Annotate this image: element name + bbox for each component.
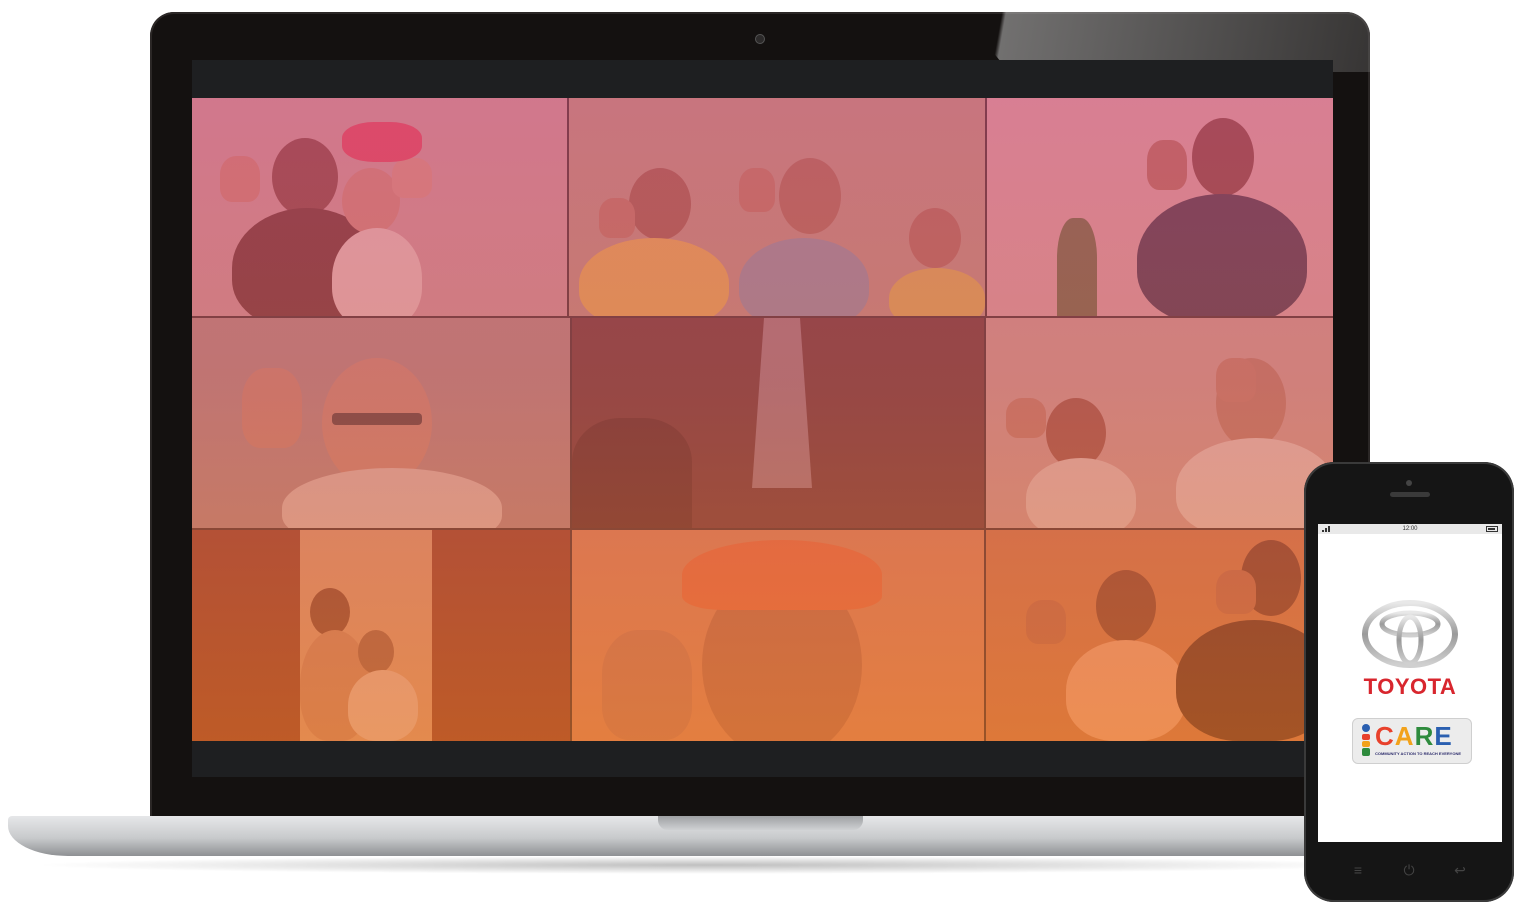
phone-screen: 12:00 TOYOTA CARE COMMUNITY ACTION TO RE… bbox=[1318, 524, 1502, 842]
status-bar: 12:00 bbox=[1318, 524, 1502, 534]
icare-letter: E bbox=[1434, 721, 1453, 751]
participant-tile[interactable] bbox=[192, 530, 570, 741]
laptop-screen bbox=[192, 60, 1333, 777]
participant-tile[interactable] bbox=[572, 318, 984, 528]
participant-tile[interactable] bbox=[986, 530, 1333, 741]
icare-logo: CARE COMMUNITY ACTION TO REACH EVERYONE bbox=[1352, 718, 1472, 764]
brand-wordmark: TOYOTA bbox=[1363, 674, 1457, 699]
icare-letter: C bbox=[1375, 721, 1395, 751]
front-camera-icon bbox=[1406, 480, 1412, 486]
laptop-base bbox=[8, 816, 1398, 856]
laptop-opening-notch bbox=[658, 816, 863, 830]
icare-tagline: COMMUNITY ACTION TO REACH EVERYONE bbox=[1375, 751, 1462, 756]
icare-wordmark: CARE bbox=[1375, 721, 1453, 752]
icare-letter: R bbox=[1414, 721, 1435, 751]
back-icon[interactable]: ↩ bbox=[1450, 860, 1470, 880]
power-icon[interactable]: ⏻ bbox=[1399, 860, 1419, 880]
icare-i-figure-icon bbox=[1362, 724, 1370, 756]
icare-letter: A bbox=[1394, 721, 1415, 751]
toyota-emblem-icon bbox=[1362, 600, 1458, 668]
video-participant-grid bbox=[192, 98, 1333, 741]
laptop-lid bbox=[150, 12, 1370, 822]
video-call-top-bar bbox=[192, 60, 1333, 98]
participant-tile[interactable] bbox=[192, 98, 567, 316]
speaker-grille bbox=[1390, 492, 1430, 497]
participant-tile[interactable] bbox=[986, 318, 1333, 528]
participant-tile[interactable] bbox=[569, 98, 985, 316]
participant-tile[interactable] bbox=[192, 318, 570, 528]
laptop-shadow bbox=[30, 856, 1380, 874]
smartphone: 12:00 TOYOTA CARE COMMUNITY ACTION TO RE… bbox=[1304, 462, 1514, 902]
participant-tile[interactable] bbox=[987, 98, 1333, 316]
phone-nav-bar: ≡ ⏻ ↩ bbox=[1304, 858, 1514, 882]
participant-tile[interactable] bbox=[572, 530, 984, 741]
signal-icon bbox=[1322, 526, 1330, 532]
battery-icon bbox=[1486, 526, 1498, 532]
status-time: 12:00 bbox=[1402, 526, 1418, 532]
webcam-icon bbox=[755, 34, 765, 44]
video-call-bottom-bar bbox=[192, 741, 1333, 777]
menu-icon[interactable]: ≡ bbox=[1348, 860, 1368, 880]
